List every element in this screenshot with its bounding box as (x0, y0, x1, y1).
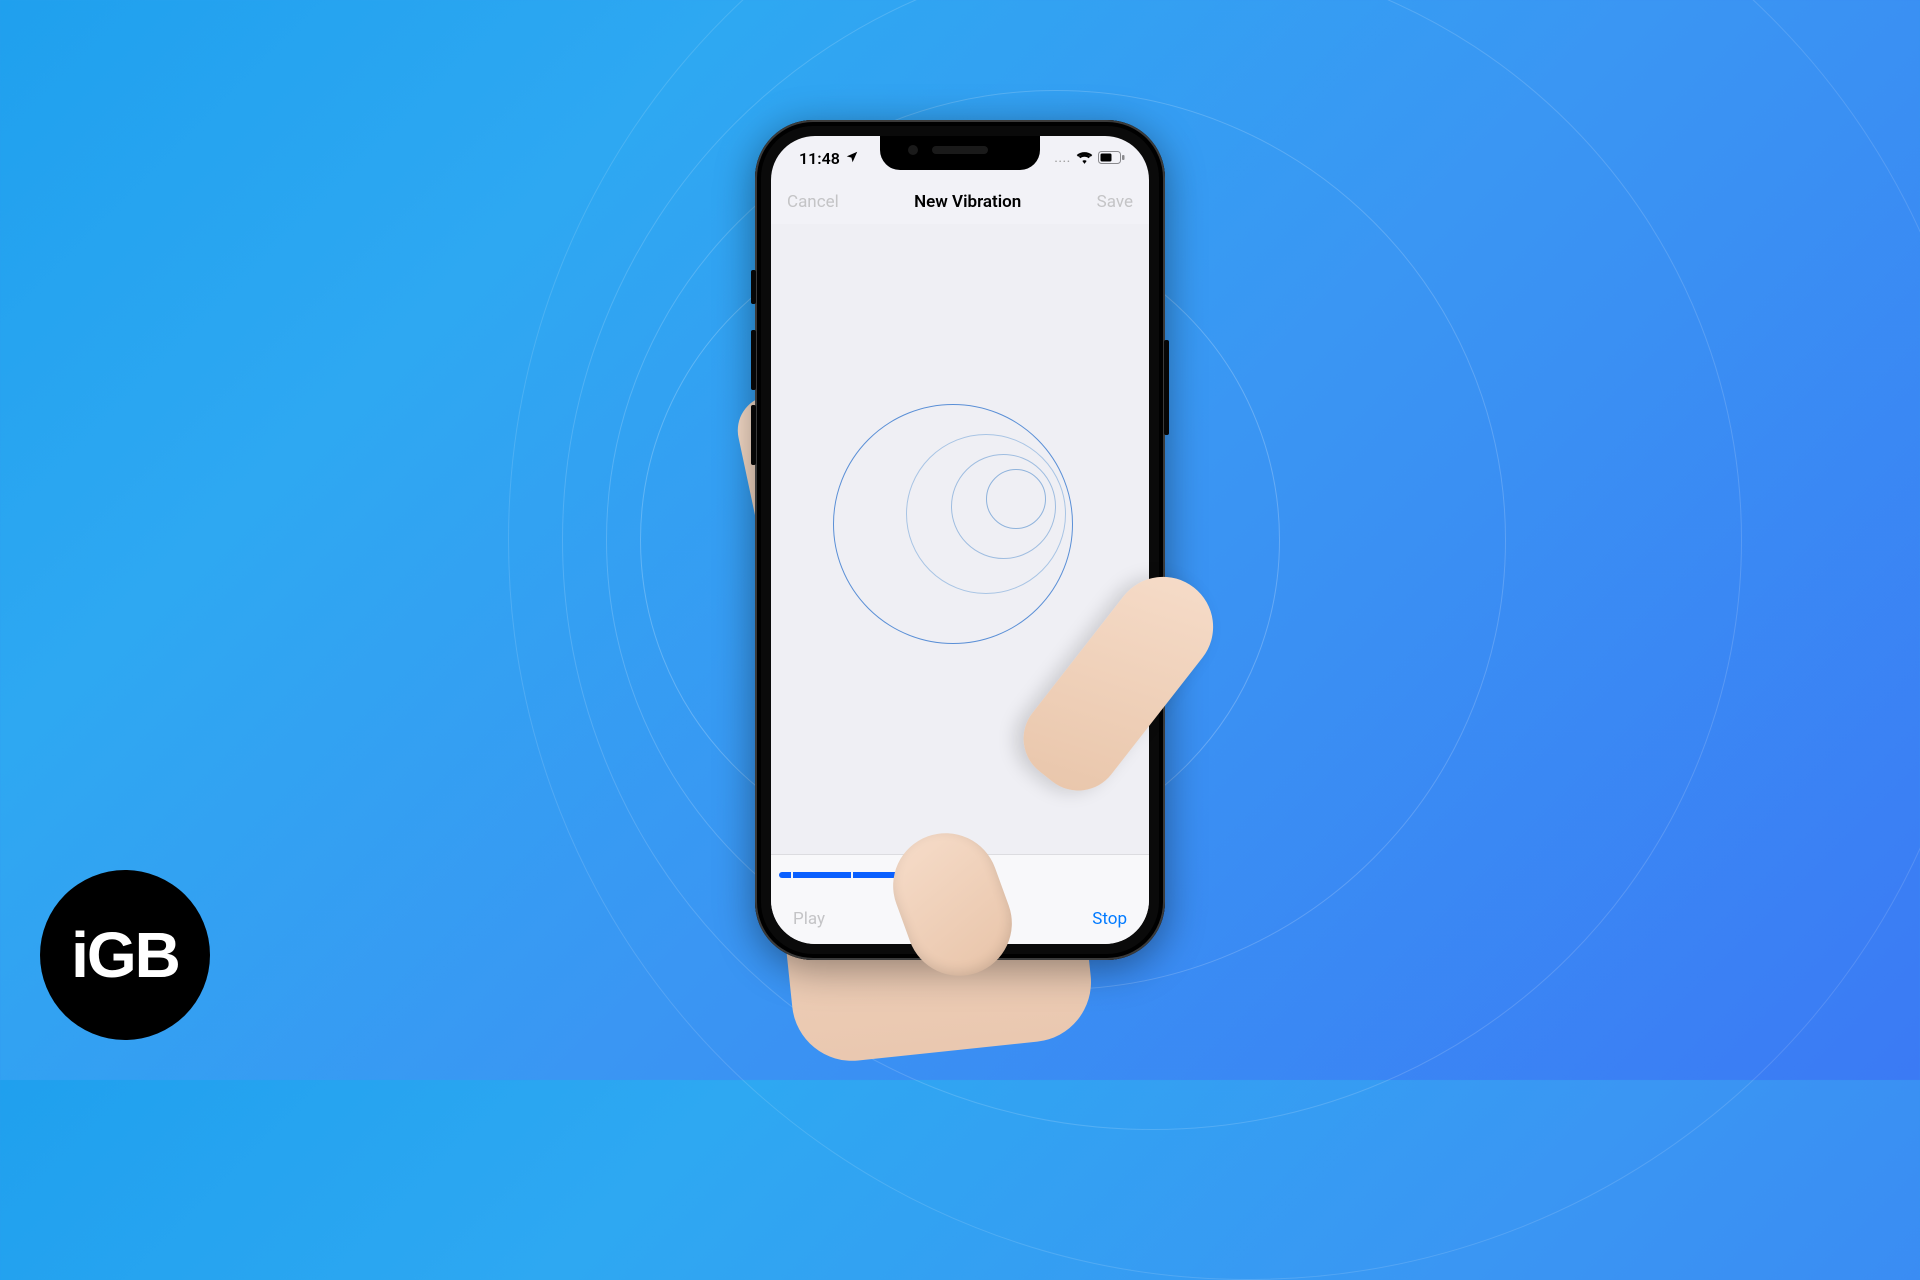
wifi-icon (1076, 149, 1093, 168)
play-button[interactable]: Play (793, 909, 825, 929)
phone-notch (880, 136, 1040, 170)
location-arrow-icon (845, 149, 859, 168)
phone-mute-switch (751, 270, 756, 304)
progress-fill (779, 872, 924, 878)
nav-bar: Cancel New Vibration Save (771, 180, 1149, 224)
vibration-tap-area[interactable] (771, 224, 1149, 854)
cellular-dots-icon: .... (1054, 152, 1071, 165)
stop-button[interactable]: Stop (1092, 909, 1127, 929)
logo-badge: iGB (40, 870, 210, 1040)
logo-text: iGB (71, 918, 179, 992)
toolbar: Play Stop (771, 894, 1149, 944)
page-title: New Vibration (914, 192, 1021, 212)
save-button[interactable]: Save (1097, 192, 1133, 212)
phone-volume-down (751, 405, 756, 465)
phone-screen: 11:48 .... Cancel Ne (771, 136, 1149, 944)
battery-icon (1098, 149, 1125, 168)
cancel-button[interactable]: Cancel (787, 192, 839, 212)
bg-wave-4 (508, 0, 1920, 1280)
phone-mockup: 11:48 .... Cancel Ne (755, 120, 1165, 960)
vibration-progress (771, 854, 1149, 894)
phone-volume-up (751, 330, 756, 390)
ripple-circle-4 (986, 469, 1046, 529)
status-time: 11:48 (799, 149, 840, 168)
phone-power-button (1164, 340, 1169, 435)
